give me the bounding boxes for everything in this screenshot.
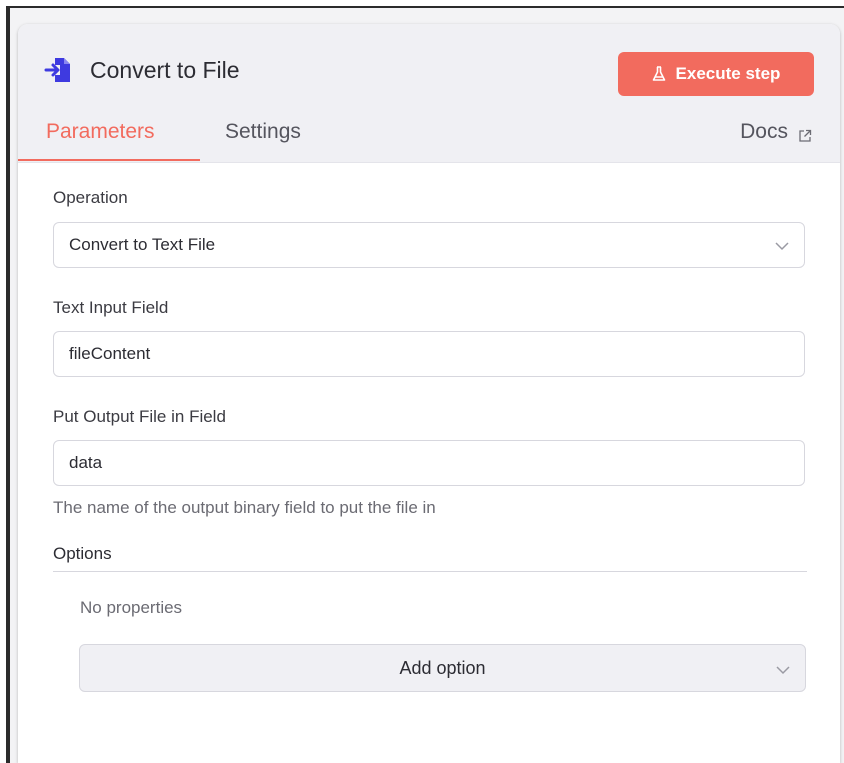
node-title[interactable]: Convert to File bbox=[90, 57, 240, 84]
convert-to-file-icon bbox=[44, 56, 72, 84]
docs-label: Docs bbox=[740, 120, 788, 143]
add-option-label: Add option bbox=[399, 657, 486, 678]
execute-step-button[interactable]: Execute step bbox=[618, 52, 814, 96]
chevron-down-icon bbox=[775, 661, 791, 675]
tab-settings[interactable]: Settings bbox=[225, 120, 301, 144]
active-tab-indicator bbox=[18, 159, 200, 161]
flask-icon bbox=[652, 66, 666, 82]
panel-header: Convert to File Execute step Parameters … bbox=[18, 24, 840, 163]
output-field-hint: The name of the output binary field to p… bbox=[53, 498, 436, 517]
options-divider bbox=[53, 571, 807, 572]
options-title: Options bbox=[53, 544, 112, 563]
text-input-field-label: Text Input Field bbox=[53, 298, 169, 317]
node-title-row: Convert to File bbox=[44, 56, 240, 84]
external-link-icon bbox=[798, 125, 812, 142]
output-field-input[interactable]: data bbox=[53, 440, 805, 486]
add-option-button[interactable]: Add option bbox=[79, 644, 806, 692]
operation-select[interactable]: Convert to Text File bbox=[53, 222, 805, 268]
output-field-value: data bbox=[69, 453, 103, 472]
text-input-field[interactable]: fileContent bbox=[53, 331, 805, 377]
chevron-down-icon bbox=[774, 238, 790, 252]
node-parameters-panel: Convert to File Execute step Parameters … bbox=[18, 24, 840, 763]
operation-label: Operation bbox=[53, 188, 128, 207]
output-field-label: Put Output File in Field bbox=[53, 407, 226, 426]
operation-value: Convert to Text File bbox=[69, 235, 216, 254]
panel-tabs: Parameters Settings Docs bbox=[18, 120, 840, 162]
no-properties-text: No properties bbox=[80, 598, 183, 617]
tab-parameters[interactable]: Parameters bbox=[46, 120, 155, 144]
text-input-field-value: fileContent bbox=[69, 344, 151, 363]
execute-step-label: Execute step bbox=[675, 64, 781, 83]
docs-link[interactable]: Docs bbox=[740, 120, 812, 144]
